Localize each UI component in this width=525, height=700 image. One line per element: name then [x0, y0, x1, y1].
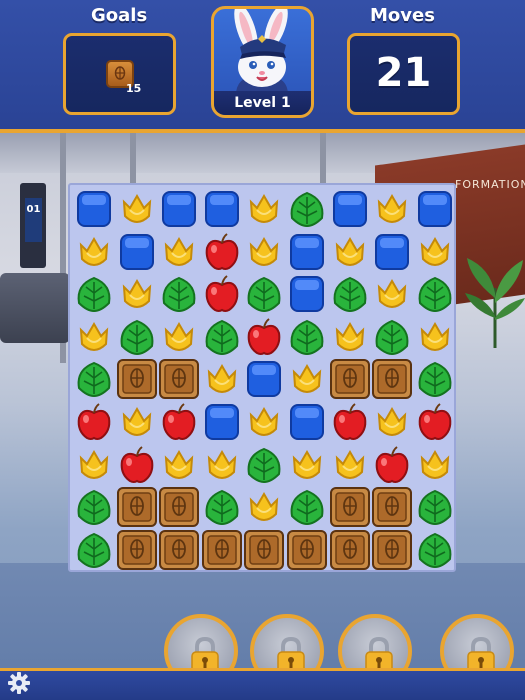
wooden-crate-icon [329, 529, 371, 571]
yellow-tulip-icon[interactable] [73, 316, 115, 358]
blue-cube-icon[interactable] [158, 188, 200, 230]
wooden-crate-icon [116, 358, 158, 400]
blue-cube-icon[interactable] [201, 401, 243, 443]
goals-label: Goals [91, 5, 148, 26]
blue-cube-icon[interactable] [414, 188, 456, 230]
blue-cube-icon[interactable] [201, 188, 243, 230]
avatar[interactable]: Level 1 [211, 6, 314, 118]
yellow-tulip-icon[interactable] [286, 358, 328, 400]
moves-label: Moves [370, 5, 435, 26]
yellow-tulip-icon[interactable] [329, 444, 371, 486]
blue-cube-icon[interactable] [371, 231, 413, 273]
yellow-tulip-icon[interactable] [414, 444, 456, 486]
goal-count: 15 [126, 82, 142, 95]
wooden-crate-icon [329, 486, 371, 528]
yellow-tulip-icon[interactable] [371, 188, 413, 230]
red-apple-icon[interactable] [329, 401, 371, 443]
yellow-tulip-icon[interactable] [201, 358, 243, 400]
moves-panel: 21 [347, 33, 460, 115]
yellow-tulip-icon[interactable] [329, 316, 371, 358]
yellow-tulip-icon[interactable] [243, 401, 285, 443]
blue-cube-icon[interactable] [116, 231, 158, 273]
yellow-tulip-icon[interactable] [414, 231, 456, 273]
blue-cube-icon[interactable] [73, 188, 115, 230]
goals-panel[interactable]: 15 [63, 33, 176, 115]
green-leaf-icon[interactable] [286, 486, 328, 528]
yellow-tulip-icon[interactable] [243, 486, 285, 528]
green-leaf-icon[interactable] [414, 273, 456, 315]
green-leaf-icon[interactable] [73, 486, 115, 528]
red-apple-icon[interactable] [414, 401, 456, 443]
yellow-tulip-icon[interactable] [73, 231, 115, 273]
yellow-tulip-icon[interactable] [116, 401, 158, 443]
green-leaf-icon[interactable] [414, 358, 456, 400]
wooden-crate-icon [116, 529, 158, 571]
yellow-tulip-icon[interactable] [158, 444, 200, 486]
wooden-crate-icon [371, 358, 413, 400]
green-leaf-icon[interactable] [201, 486, 243, 528]
green-leaf-icon[interactable] [158, 273, 200, 315]
yellow-tulip-icon[interactable] [414, 316, 456, 358]
green-leaf-icon[interactable] [286, 316, 328, 358]
wooden-crate-icon [158, 486, 200, 528]
bench [0, 273, 70, 343]
yellow-tulip-icon[interactable] [286, 444, 328, 486]
wooden-crate-icon [158, 529, 200, 571]
red-apple-icon[interactable] [201, 231, 243, 273]
yellow-tulip-icon[interactable] [73, 444, 115, 486]
blue-cube-icon[interactable] [286, 273, 328, 315]
wooden-crate-icon [201, 529, 243, 571]
yellow-tulip-icon[interactable] [371, 401, 413, 443]
red-apple-icon[interactable] [158, 401, 200, 443]
blue-cube-icon[interactable] [329, 188, 371, 230]
yellow-tulip-icon[interactable] [158, 231, 200, 273]
yellow-tulip-icon[interactable] [329, 231, 371, 273]
red-apple-icon[interactable] [243, 316, 285, 358]
green-leaf-icon[interactable] [201, 316, 243, 358]
yellow-tulip-icon[interactable] [243, 231, 285, 273]
yellow-tulip-icon[interactable] [158, 316, 200, 358]
wooden-crate-icon [243, 529, 285, 571]
red-apple-icon[interactable] [201, 273, 243, 315]
wooden-crate-icon [371, 529, 413, 571]
wooden-crate-icon [286, 529, 328, 571]
green-leaf-icon[interactable] [371, 316, 413, 358]
wooden-crate-icon [371, 486, 413, 528]
plant-icon [465, 258, 525, 348]
green-leaf-icon[interactable] [414, 486, 456, 528]
red-apple-icon[interactable] [371, 444, 413, 486]
wooden-crate-icon [329, 358, 371, 400]
yellow-tulip-icon[interactable] [243, 188, 285, 230]
yellow-tulip-icon[interactable] [116, 188, 158, 230]
kiosk-screen: 01 [25, 198, 42, 242]
level-label: Level 1 [214, 91, 311, 115]
bunny-pilot-icon [234, 9, 288, 95]
green-leaf-icon[interactable] [286, 188, 328, 230]
gear-icon[interactable] [6, 670, 32, 696]
top-hud: Goals Moves 15 Level 1 21 [0, 0, 525, 133]
yellow-tulip-icon[interactable] [371, 273, 413, 315]
green-leaf-icon[interactable] [73, 273, 115, 315]
yellow-tulip-icon[interactable] [116, 273, 158, 315]
moves-counter: 21 [375, 50, 432, 96]
green-leaf-icon[interactable] [243, 273, 285, 315]
blue-cube-icon[interactable] [286, 401, 328, 443]
wooden-crate-icon [158, 358, 200, 400]
blue-cube-icon[interactable] [286, 231, 328, 273]
game-board [68, 183, 456, 572]
green-leaf-icon[interactable] [116, 316, 158, 358]
yellow-tulip-icon[interactable] [201, 444, 243, 486]
green-leaf-icon[interactable] [329, 273, 371, 315]
red-apple-icon[interactable] [73, 401, 115, 443]
green-leaf-icon[interactable] [73, 529, 115, 571]
bottom-bar [0, 668, 525, 700]
green-leaf-icon[interactable] [414, 529, 456, 571]
blue-cube-icon[interactable] [243, 358, 285, 400]
wooden-crate-icon [116, 486, 158, 528]
information-sign: FORMATION D [455, 178, 525, 191]
green-leaf-icon[interactable] [73, 358, 115, 400]
green-leaf-icon[interactable] [243, 444, 285, 486]
red-apple-icon[interactable] [116, 444, 158, 486]
